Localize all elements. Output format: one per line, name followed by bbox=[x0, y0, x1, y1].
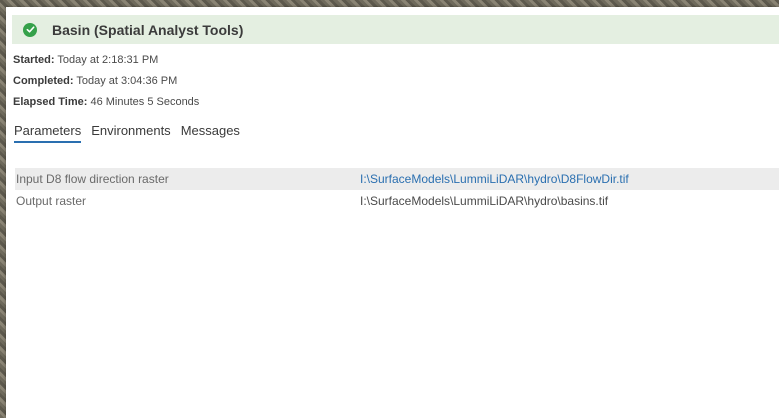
tab-environments[interactable]: Environments bbox=[91, 123, 170, 143]
table-row: Input D8 flow direction raster I:\Surfac… bbox=[15, 168, 779, 190]
elapsed-label: Elapsed Time: bbox=[13, 96, 88, 108]
elapsed-info: Elapsed Time: 46 Minutes 5 Seconds bbox=[13, 96, 199, 108]
check-circle-icon bbox=[23, 22, 37, 37]
parameter-name: Input D8 flow direction raster bbox=[16, 172, 169, 186]
started-label: Started: bbox=[13, 54, 55, 66]
completed-label: Completed: bbox=[13, 75, 74, 87]
parameter-value-link[interactable]: I:\SurfaceModels\LummiLiDAR\hydro\D8Flow… bbox=[360, 172, 629, 186]
started-value: Today at 2:18:31 PM bbox=[57, 54, 159, 66]
tab-parameters[interactable]: Parameters bbox=[14, 123, 82, 143]
completed-value: Today at 3:04:36 PM bbox=[76, 75, 178, 87]
parameters-table: Input D8 flow direction raster I:\Surfac… bbox=[15, 168, 779, 212]
tool-title: Basin (Spatial Analyst Tools) bbox=[52, 21, 244, 38]
table-row: Output raster I:\SurfaceModels\LummiLiDA… bbox=[15, 190, 779, 212]
tab-messages[interactable]: Messages bbox=[181, 123, 240, 143]
geoprocessing-details-panel: Basin (Spatial Analyst Tools) Started: T… bbox=[6, 7, 779, 418]
details-tabs: Parameters Environments Messages bbox=[14, 123, 250, 143]
elapsed-value: 46 Minutes 5 Seconds bbox=[90, 96, 200, 108]
parameter-value: I:\SurfaceModels\LummiLiDAR\hydro\basins… bbox=[360, 194, 609, 208]
started-info: Started: Today at 2:18:31 PM bbox=[13, 54, 158, 66]
parameter-name: Output raster bbox=[16, 194, 87, 208]
tool-header: Basin (Spatial Analyst Tools) bbox=[12, 15, 779, 44]
completed-info: Completed: Today at 3:04:36 PM bbox=[13, 75, 177, 87]
